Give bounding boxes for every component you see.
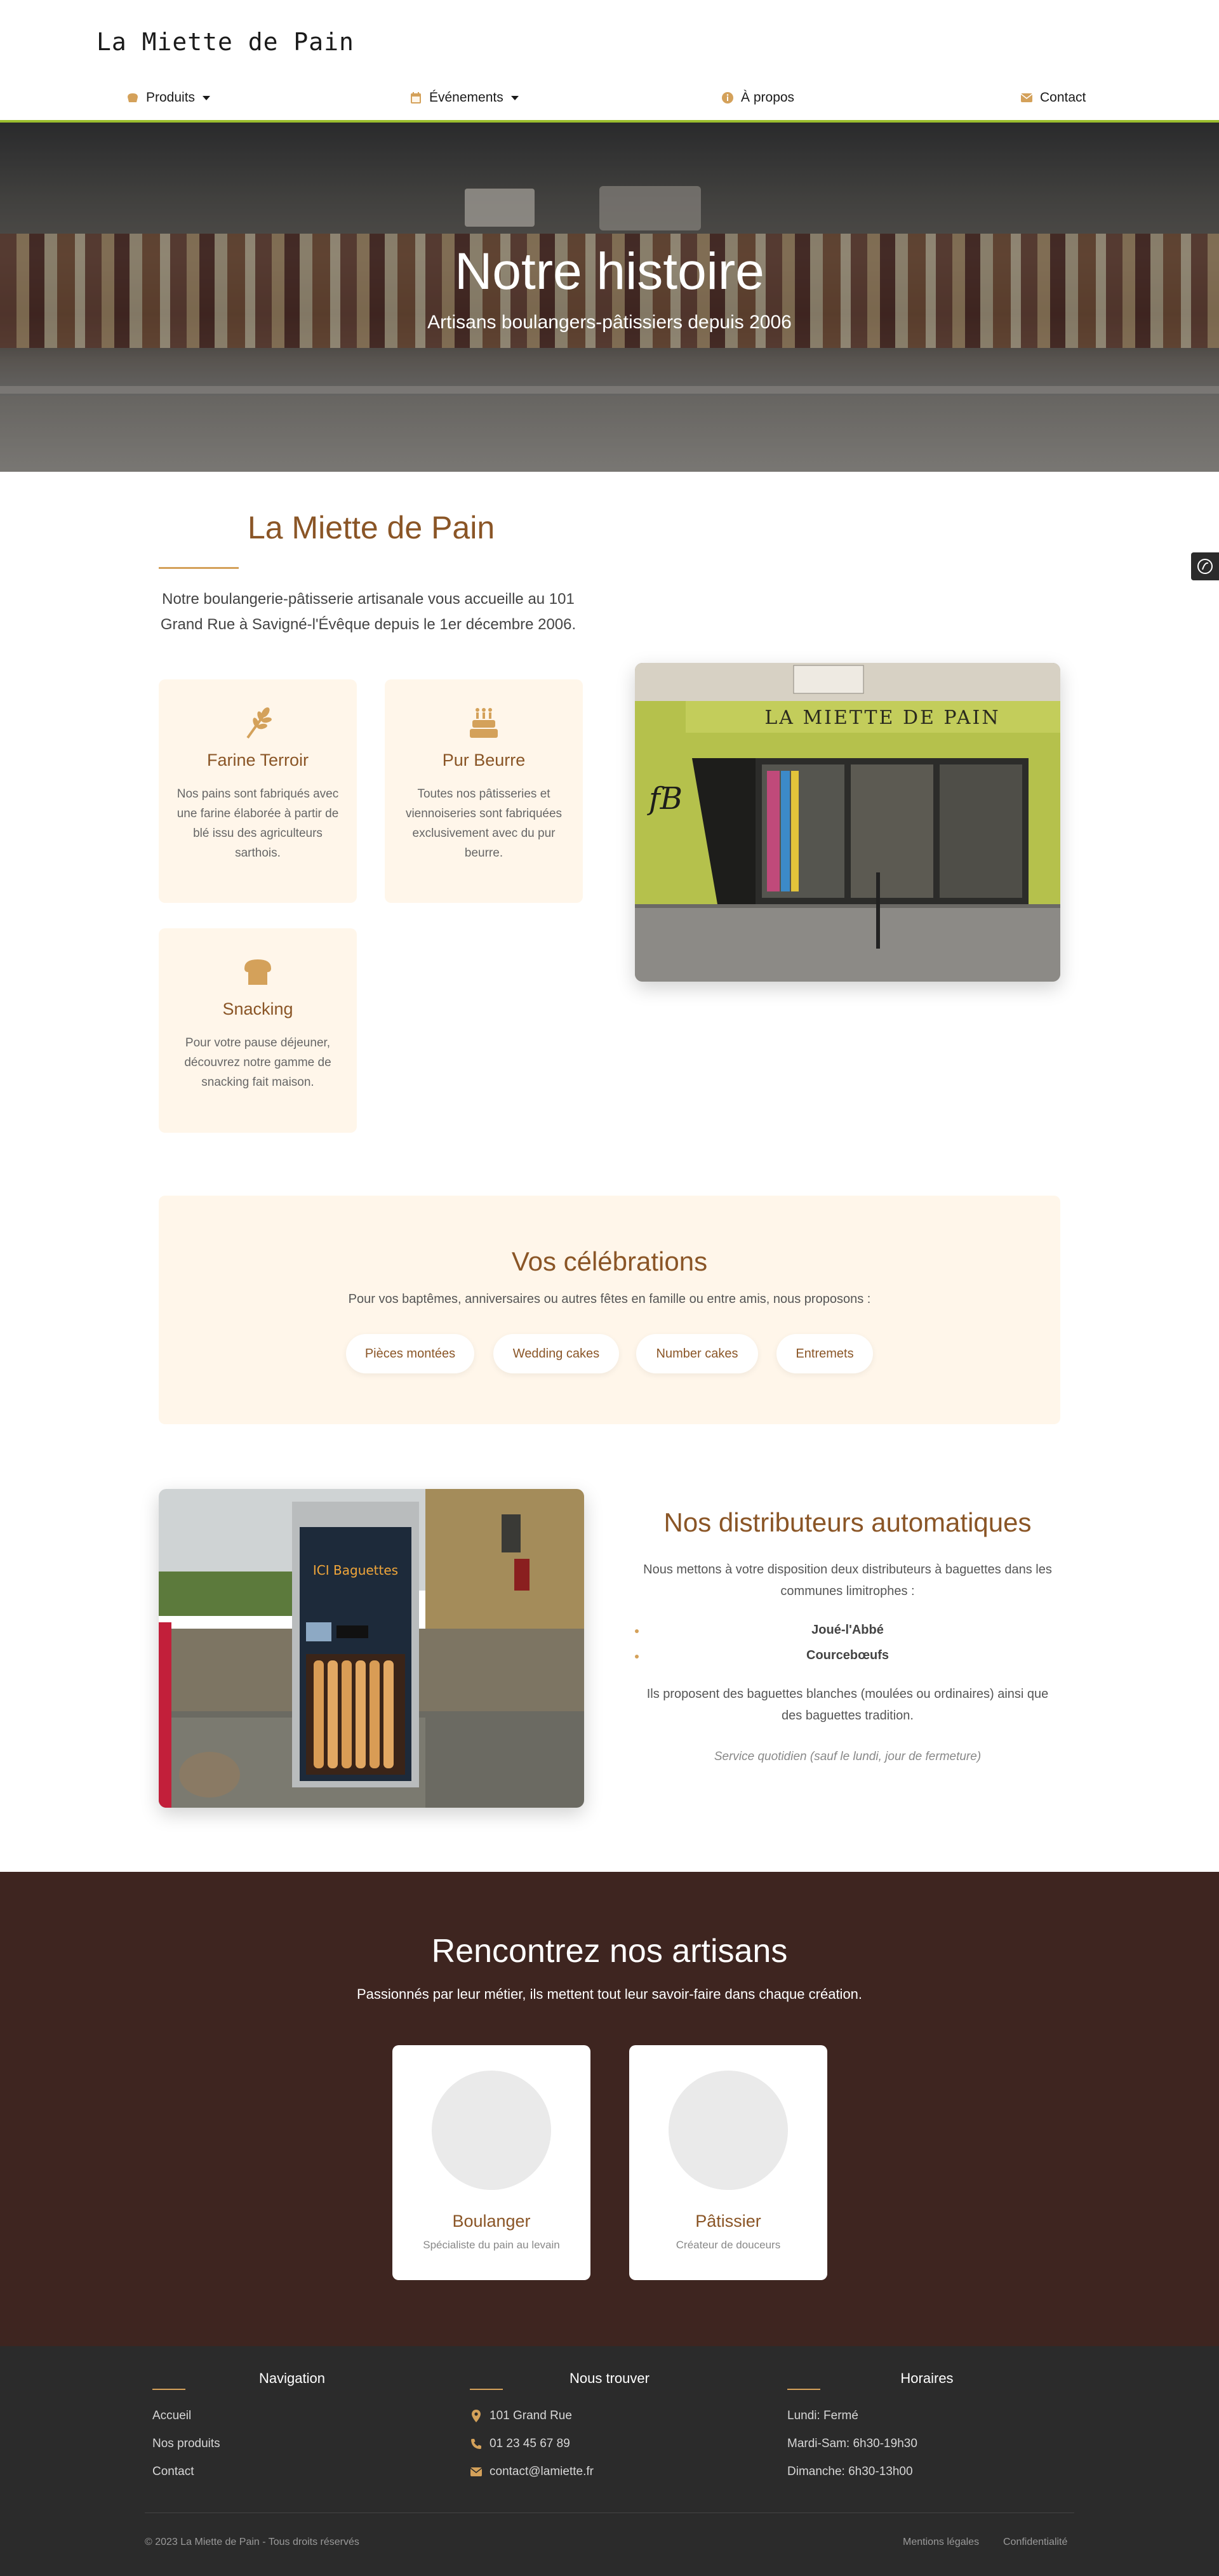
cake-icon [466,705,502,740]
footer-hours-title: Horaires [900,2370,954,2386]
footer-nav-underline [152,2389,185,2390]
bullet-icon [635,1629,639,1633]
artisan-desc: Spécialiste du pain au levain [423,2239,560,2251]
accessibility-widget-button[interactable] [1191,552,1219,580]
distributor-photo: ICI Baguettes [159,1489,584,1808]
feature-card-farine: Farine Terroir Nos pains sont fabriqués … [159,679,357,903]
feature-title: Farine Terroir [206,751,309,770]
footer-privacy-link[interactable]: Confidentialité [1003,2537,1067,2548]
footer-hours-line: Mardi-Sam: 6h30-19h30 [787,2437,917,2450]
map-pin-icon [470,2410,483,2422]
bullet-icon [635,1655,639,1658]
footer-email-text: contact@lamiette.fr [490,2465,594,2478]
bread-icon [126,91,140,105]
avatar [432,2071,551,2190]
hero-subtitle: Artisans boulangers-pâtissiers depuis 20… [427,312,792,333]
footer-address-text: 101 Grand Rue [490,2409,572,2422]
footer-phone[interactable]: 01 23 45 67 89 [470,2437,570,2451]
footer-link-home[interactable]: Accueil [152,2409,191,2423]
hero-title: Notre histoire [455,243,764,300]
footer-hours-line: Dimanche: 6h30-13h00 [787,2465,913,2478]
footer-nav-title: Navigation [259,2370,325,2386]
hero-banner: Notre histoire Artisans boulangers-pâtis… [0,123,1219,472]
feature-card-beurre: Pur Beurre Toutes nos pâtisseries et vie… [385,679,583,903]
nav-about[interactable]: À propos [721,90,794,105]
feature-text: Pour votre pause déjeuner, découvrez not… [184,1036,331,1089]
feature-title: Pur Beurre [442,751,526,770]
distributors-details: Ils proposent des baguettes blanches (mo… [646,1687,1049,1723]
footer-hours-line: Lundi: Fermé [787,2409,858,2422]
celebration-pill[interactable]: Entremets [776,1334,873,1373]
celebration-pill[interactable]: Pièces montées [346,1334,474,1373]
distributors-note: Service quotidien (sauf le lundi, jour d… [714,1750,982,1763]
distributors-text: Nous mettons à votre disposition deux di… [643,1563,1052,1598]
intro-title-underline [159,567,239,569]
footer-address: 101 Grand Rue [470,2409,572,2423]
footer-copyright: © 2023 La Miette de Pain - Tous droits r… [145,2537,359,2547]
nav-products[interactable]: Produits [126,90,211,105]
artisan-desc: Créateur de douceurs [676,2239,781,2251]
feature-card-snacking: Snacking Pour votre pause déjeuner, déco… [159,928,357,1133]
footer-findus-title: Nous trouver [570,2370,649,2386]
distributor-location-name: Joué-l'Abbé [811,1623,884,1637]
calendar-icon [409,91,423,105]
envelope-icon [1020,91,1034,105]
bread-loaf-icon [240,954,276,989]
avatar [669,2071,788,2190]
nav-events[interactable]: Événements [409,90,519,105]
footer-hours-underline [787,2389,820,2390]
intro-text: Notre boulangerie-pâtisserie artisanale … [160,591,576,633]
site-header: La Miette de Pain Produits Événements À … [0,0,1219,123]
wheat-icon [240,705,276,740]
footer-link-products[interactable]: Nos produits [152,2437,220,2451]
distributor-location-name: Courcebœufs [806,1648,889,1662]
svg-text:ICI Baguettes: ICI Baguettes [313,1563,398,1578]
site-footer: Navigation Accueil Nos produits Contact … [0,2346,1219,2576]
celebrations-text: Pour vos baptêmes, anniversaires ou autr… [348,1292,871,1306]
artisans-title: Rencontrez nos artisans [431,1933,788,1970]
artisan-role: Pâtissier [695,2212,761,2231]
feature-text: Nos pains sont fabriqués avec une farine… [177,787,339,860]
feature-text: Toutes nos pâtisseries et viennoiseries … [405,787,563,860]
nav-contact[interactable]: Contact [1020,90,1086,105]
distributor-location: Joué-l'Abbé [635,1623,1060,1638]
footer-legal-link[interactable]: Mentions légales [903,2537,979,2548]
artisan-role: Boulanger [452,2212,531,2231]
distributor-location: Courcebœufs [635,1648,1060,1663]
artisan-card: Boulanger Spécialiste du pain au levain [392,2045,590,2280]
footer-link-contact[interactable]: Contact [152,2465,194,2479]
phone-icon [470,2438,483,2450]
celebration-pill[interactable]: Number cakes [636,1334,758,1373]
artisan-card: Pâtissier Créateur de douceurs [629,2045,827,2280]
artisans-subtitle: Passionnés par leur métier, ils mettent … [356,1986,863,2002]
nav-products-label: Produits [146,90,196,105]
intro-title: La Miette de Pain [248,510,495,545]
distributors-title: Nos distributeurs automatiques [663,1507,1032,1537]
nav-about-label: À propos [741,90,795,105]
chevron-down-icon [203,95,211,100]
celebrations-title: Vos célébrations [511,1246,708,1276]
envelope-icon [470,2466,483,2478]
site-logo[interactable]: La Miette de Pain [97,28,354,56]
svg-text:fB: fB [647,781,683,817]
svg-text:LA MIETTE DE PAIN: LA MIETTE DE PAIN [764,707,1000,729]
footer-email[interactable]: contact@lamiette.fr [470,2465,594,2479]
chevron-down-icon [510,95,519,100]
artisans-section: Rencontrez nos artisans Passionnés par l… [0,1872,1219,2346]
info-icon [721,91,735,105]
storefront-photo: LA MIETTE DE PAIN fB [635,663,1060,982]
celebration-pill[interactable]: Wedding cakes [493,1334,619,1373]
nav-contact-label: Contact [1040,90,1086,105]
celebrations-section: Vos célébrations Pour vos baptêmes, anni… [159,1196,1060,1424]
feature-title: Snacking [222,999,293,1018]
widget-icon [1197,559,1213,574]
footer-findus-underline [470,2389,503,2390]
footer-phone-text: 01 23 45 67 89 [490,2437,570,2450]
nav-events-label: Événements [429,90,503,105]
